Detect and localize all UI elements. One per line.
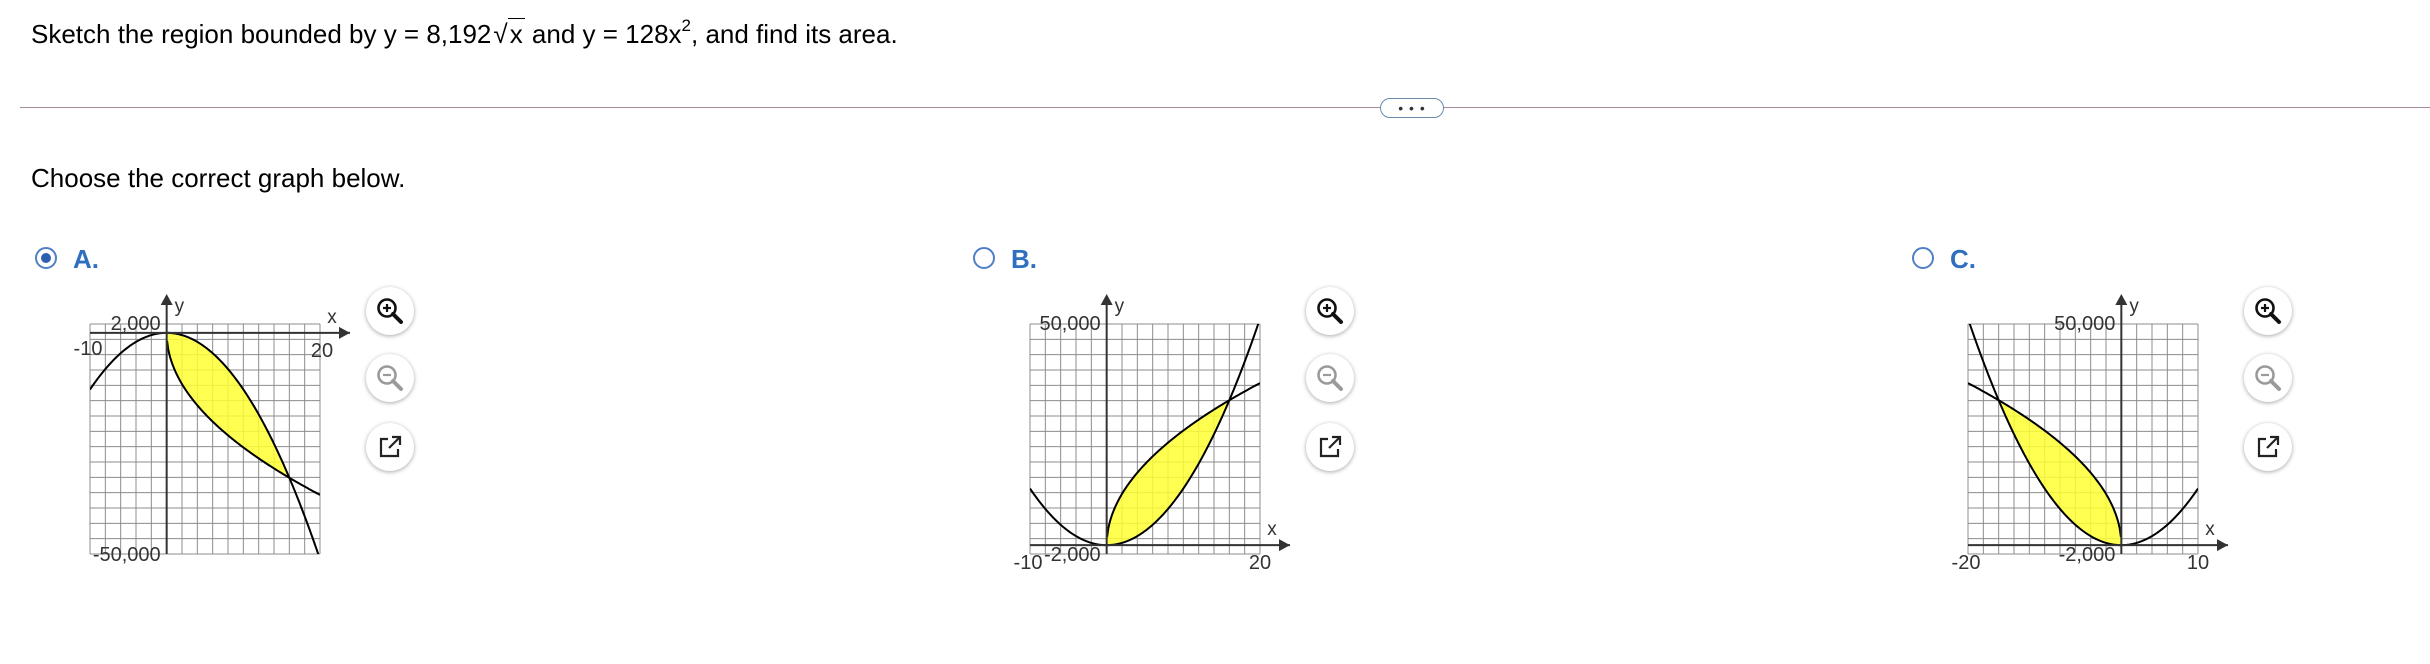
zoom-in-button[interactable] [366,287,414,335]
sqrt-sign: √ [493,19,508,49]
option-b-graph: x y 50,000 -2,000-10 20 [1014,294,1290,574]
sqrt-radicand: x [507,18,525,49]
tick-label-right-x: 20 [1249,552,1271,574]
zoom-out-icon [2255,365,2281,391]
zoom-out-button[interactable] [2244,354,2292,402]
option-b-label[interactable]: B. [1011,244,1037,275]
tick-label-top-y: 50,000 [1039,313,1100,335]
y-axis-label: y [2129,296,2139,317]
y-axis-arrow [1100,294,1113,305]
tick-label-right-x: 20 [311,340,333,362]
zoom-out-icon [1317,365,1343,391]
zoom-in-icon [377,298,403,324]
question-middle: and y = 128x [524,19,682,49]
popout-button[interactable] [1306,423,1354,471]
section-divider [20,107,2430,108]
option-c-graph: x y 50,000 -2,000 -20 10 [1952,294,2228,574]
prompt-text: Choose the correct graph below. [31,163,406,193]
zoom-out-button[interactable] [366,354,414,402]
zoom-in-icon [1317,298,1343,324]
option-b-radio[interactable] [973,247,995,269]
popout-icon [379,435,402,458]
tick-label-right-x: 10 [2187,552,2209,574]
x-axis-arrow [1279,539,1290,552]
option-a-label[interactable]: A. [73,244,99,275]
option-a-radio[interactable] [35,247,57,269]
more-button[interactable]: • • • [1380,98,1444,118]
popout-button[interactable] [2244,423,2292,471]
tick-label-bottom-y: -50,000 [93,544,161,566]
x-axis-arrow [339,326,350,339]
tick-label-left-x: -20 [1952,552,1981,574]
tick-label-top-y: 2,000 [111,313,161,335]
tick-label-bottom-y: -2,000 [1044,544,1101,566]
y-axis-label: y [175,296,185,317]
option-a-graph: x y 2,000 -50,000 -10 20 [74,294,350,566]
tick-label-bottom-y: -2,000 [2059,544,2116,566]
zoom-in-button[interactable] [1306,287,1354,335]
y-axis-label: y [1115,296,1125,317]
question-suffix: , and find its area. [691,19,898,49]
popout-icon [2257,435,2280,458]
popout-button[interactable] [366,423,414,471]
sqrt-expression: √x [491,14,525,54]
tick-label-left-x: -10 [1014,552,1043,574]
y-axis-arrow [160,294,173,305]
option-c-radio[interactable] [1912,247,1934,269]
zoom-out-button[interactable] [1306,354,1354,402]
zoom-out-icon [377,365,403,391]
zoom-in-icon [2255,298,2281,324]
tick-label-left-x: -10 [74,338,103,360]
question-exponent: 2 [681,16,691,35]
question-text: Sketch the region bounded by y = 8,192√x… [31,14,898,54]
x-axis-label: x [327,307,337,328]
y-axis-arrow [2115,294,2128,305]
tick-label-top-y: 50,000 [2054,313,2115,335]
popout-icon [1319,435,1342,458]
option-c-label[interactable]: C. [1950,244,1976,275]
x-axis-label: x [2205,519,2215,540]
x-axis-arrow [2217,539,2228,552]
x-axis-label: x [1267,519,1277,540]
question-prefix: Sketch the region bounded by y = 8,192 [31,19,492,49]
zoom-in-button[interactable] [2244,287,2292,335]
